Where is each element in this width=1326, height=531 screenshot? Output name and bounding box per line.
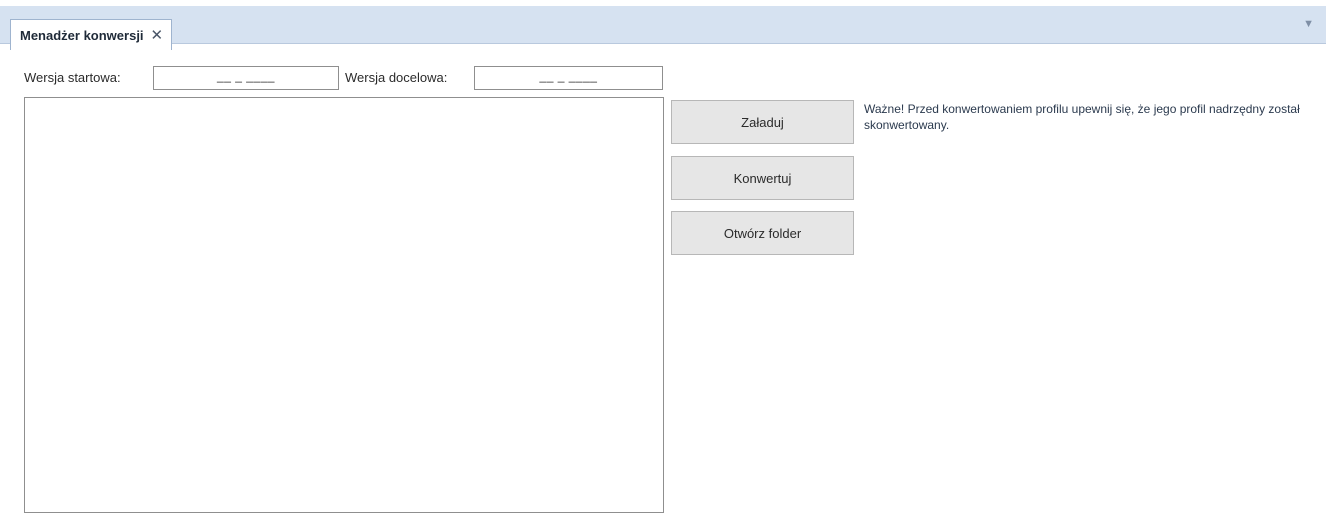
convert-button[interactable]: Konwertuj [671,156,854,200]
start-version-input[interactable]: __ _ ____ [153,66,339,90]
target-version-label: Wersja docelowa: [345,70,448,85]
start-version-label: Wersja startowa: [24,70,121,85]
load-button[interactable]: Załaduj [671,100,854,144]
profiles-list[interactable] [24,97,664,513]
chevron-down-icon[interactable]: ▼ [1303,18,1314,30]
close-icon[interactable]: ✕ [151,28,164,43]
target-version-input[interactable]: __ _ ____ [474,66,663,90]
open-folder-button[interactable]: Otwórz folder [671,211,854,255]
tab-title: Menadżer konwersji [20,27,144,43]
tab-strip: Menadżer konwersji ✕ ▼ [0,0,1326,50]
conversion-manager-window: Menadżer konwersji ✕ ▼ Wersja startowa: … [0,0,1326,531]
tab-conversion-manager[interactable]: Menadżer konwersji ✕ [10,19,173,50]
warning-note: Ważne! Przed konwertowaniem profilu upew… [864,102,1300,132]
